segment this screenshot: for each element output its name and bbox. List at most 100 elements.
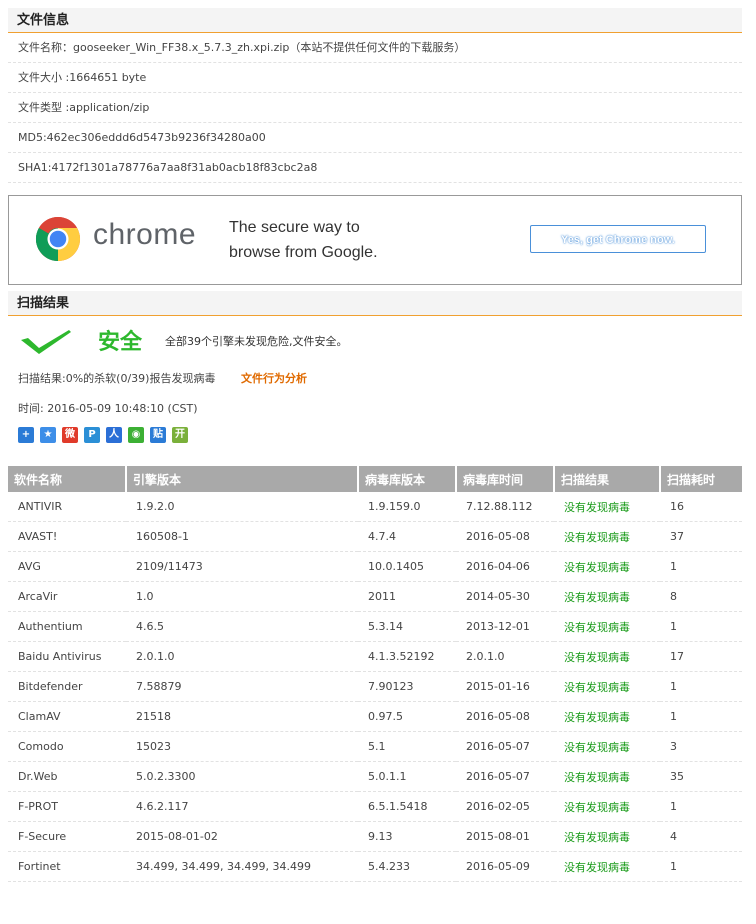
table-cell: 7.58879 <box>126 671 358 702</box>
table-cell: 4.7.4 <box>358 521 456 552</box>
table-cell: AVAST! <box>8 521 126 552</box>
table-cell: 5.1 <box>358 731 456 762</box>
chrome-logo-icon <box>35 216 81 262</box>
table-cell: 没有发现病毒 <box>554 761 660 792</box>
table-cell: Fortinet <box>8 851 126 882</box>
qq-star-icon[interactable]: ★ <box>40 427 56 443</box>
table-cell: Comodo <box>8 731 126 762</box>
table-cell: 10.0.1405 <box>358 551 456 582</box>
table-row: AVAST! 160508-1 4.7.4 2016-05-08 没有发现病毒 37 <box>8 521 742 552</box>
table-cell: 6.5.1.5418 <box>358 791 456 822</box>
tieba-icon[interactable]: 贴 <box>150 427 166 443</box>
scan-summary-row: 扫描结果:0%的杀软(0/39)报告发现病毒 文件行为分析 <box>8 364 742 394</box>
table-cell: 2.0.1.0 <box>456 641 554 672</box>
verdict-description: 全部39个引擎未发现危险,文件安全。 <box>165 335 348 348</box>
table-cell: 17 <box>660 641 742 672</box>
table-cell: 2015-08-01 <box>456 821 554 852</box>
table-cell: 2016-05-08 <box>456 521 554 552</box>
table-cell: 2016-04-06 <box>456 551 554 582</box>
table-cell: 1.9.2.0 <box>126 492 358 522</box>
table-cell: ArcaVir <box>8 581 126 612</box>
get-chrome-button[interactable]: Yes, get Chrome now. <box>530 225 706 253</box>
table-cell: 9.13 <box>358 821 456 852</box>
table-cell: 37 <box>660 521 742 552</box>
scan-results-heading: 扫描结果 <box>8 291 742 316</box>
file-info-list: 文件名称：gooseeker_Win_FF38.x_5.7.3_zh.xpi.z… <box>8 33 742 183</box>
table-cell: 没有发现病毒 <box>554 611 660 642</box>
table-cell: 21518 <box>126 701 358 732</box>
table-cell: 2015-01-16 <box>456 671 554 702</box>
sha1-row: SHA1:4172f1301a78776a7aa8f31ab0acb18f83c… <box>8 153 742 183</box>
table-cell: 15023 <box>126 731 358 762</box>
table-cell: 没有发现病毒 <box>554 551 660 582</box>
scan-verdict: 安全 全部39个引擎未发现危险,文件安全。 <box>8 316 742 364</box>
chrome-ad-banner[interactable]: chrome The secure way to browse from Goo… <box>8 195 742 285</box>
wechat-icon[interactable]: ◉ <box>128 427 144 443</box>
table-cell: 2013-12-01 <box>456 611 554 642</box>
table-cell: 没有发现病毒 <box>554 671 660 702</box>
kaixin-icon[interactable]: 开 <box>172 427 188 443</box>
table-cell: 2016-02-05 <box>456 791 554 822</box>
column-header: 软件名称 <box>8 466 127 492</box>
table-cell: 3 <box>660 731 742 762</box>
file-size-row: 文件大小 :1664651 byte <box>8 63 742 93</box>
table-cell: 2011 <box>358 581 456 612</box>
table-cell: 1 <box>660 671 742 702</box>
table-row: ArcaVir 1.0 2011 2014-05-30 没有发现病毒 8 <box>8 581 742 612</box>
table-cell: Bitdefender <box>8 671 126 702</box>
table-cell: ClamAV <box>8 701 126 732</box>
table-cell: 2016-05-09 <box>456 851 554 882</box>
column-header: 病毒库时间 <box>456 466 555 492</box>
table-cell: 34.499, 34.499, 34.499, 34.499 <box>126 851 358 882</box>
table-cell: 1.9.159.0 <box>358 492 456 522</box>
scan-time: 时间: 2016-05-09 10:48:10 (CST) <box>18 402 198 415</box>
table-row: AVG 2109/11473 10.0.1405 2016-04-06 没有发现病毒 1 <box>8 551 742 582</box>
file-type-row: 文件类型 :application/zip <box>8 93 742 123</box>
table-cell: 4.6.2.117 <box>126 791 358 822</box>
table-cell: 1 <box>660 701 742 732</box>
banner-tagline-line-2: browse from Google. <box>229 244 378 261</box>
table-cell: 没有发现病毒 <box>554 492 660 522</box>
file-name-row: 文件名称：gooseeker_Win_FF38.x_5.7.3_zh.xpi.z… <box>8 33 742 63</box>
table-cell: 8 <box>660 581 742 612</box>
table-cell: 4 <box>660 821 742 852</box>
banner-tagline-line-1: The secure way to <box>229 219 360 236</box>
weibo-icon[interactable]: 微 <box>62 427 78 443</box>
table-cell: 7.12.88.112 <box>456 492 554 522</box>
column-header: 病毒库版本 <box>358 466 457 492</box>
table-cell: 16 <box>660 492 742 522</box>
table-cell: 7.90123 <box>358 671 456 702</box>
table-row: ANTIVIR 1.9.2.0 1.9.159.0 7.12.88.112 没有发现病毒… <box>8 492 742 522</box>
table-cell: 160508-1 <box>126 521 358 552</box>
chrome-wordmark: chrome <box>93 218 197 251</box>
table-cell: 35 <box>660 761 742 792</box>
column-header: 引擎版本 <box>126 466 359 492</box>
table-cell: AVG <box>8 551 126 582</box>
behavior-analysis-link[interactable]: 文件行为分析 <box>241 372 307 385</box>
table-cell: 5.3.14 <box>358 611 456 642</box>
table-cell: 1 <box>660 851 742 882</box>
table-cell: 没有发现病毒 <box>554 701 660 732</box>
column-header: 扫描耗时 <box>660 466 742 492</box>
table-cell: 2.0.1.0 <box>126 641 358 672</box>
column-header: 扫描结果 <box>554 466 661 492</box>
banner-tagline: The secure way to browse from Google. <box>229 215 378 265</box>
table-body: ANTIVIR 1.9.2.0 1.9.159.0 7.12.88.112 没有发现病毒… <box>8 492 742 882</box>
scan-summary: 扫描结果:0%的杀软(0/39)报告发现病毒 <box>18 372 216 385</box>
table-cell: 2016-05-08 <box>456 701 554 732</box>
qzone-plus-icon[interactable]: + <box>18 427 34 443</box>
table-cell: 没有发现病毒 <box>554 731 660 762</box>
table-cell: 2016-05-07 <box>456 761 554 792</box>
table-row: F-Secure 2015-08-01-02 9.13 2015-08-01 没有发现病… <box>8 821 742 852</box>
table-row: ClamAV 21518 0.97.5 2016-05-08 没有发现病毒 1 <box>8 701 742 732</box>
tencent-weibo-icon[interactable]: P <box>84 427 100 443</box>
table-row: Bitdefender 7.58879 7.90123 2015-01-16 没有发现病… <box>8 671 742 702</box>
table-cell: 1 <box>660 551 742 582</box>
file-info-heading: 文件信息 <box>8 8 742 33</box>
renren-icon[interactable]: 人 <box>106 427 122 443</box>
table-cell: 5.4.233 <box>358 851 456 882</box>
table-cell: 4.1.3.52192 <box>358 641 456 672</box>
table-cell: ANTIVIR <box>8 492 126 522</box>
table-cell: 0.97.5 <box>358 701 456 732</box>
table-row: Baidu Antivirus 2.0.1.0 4.1.3.52192 2.0.1.0… <box>8 641 742 672</box>
